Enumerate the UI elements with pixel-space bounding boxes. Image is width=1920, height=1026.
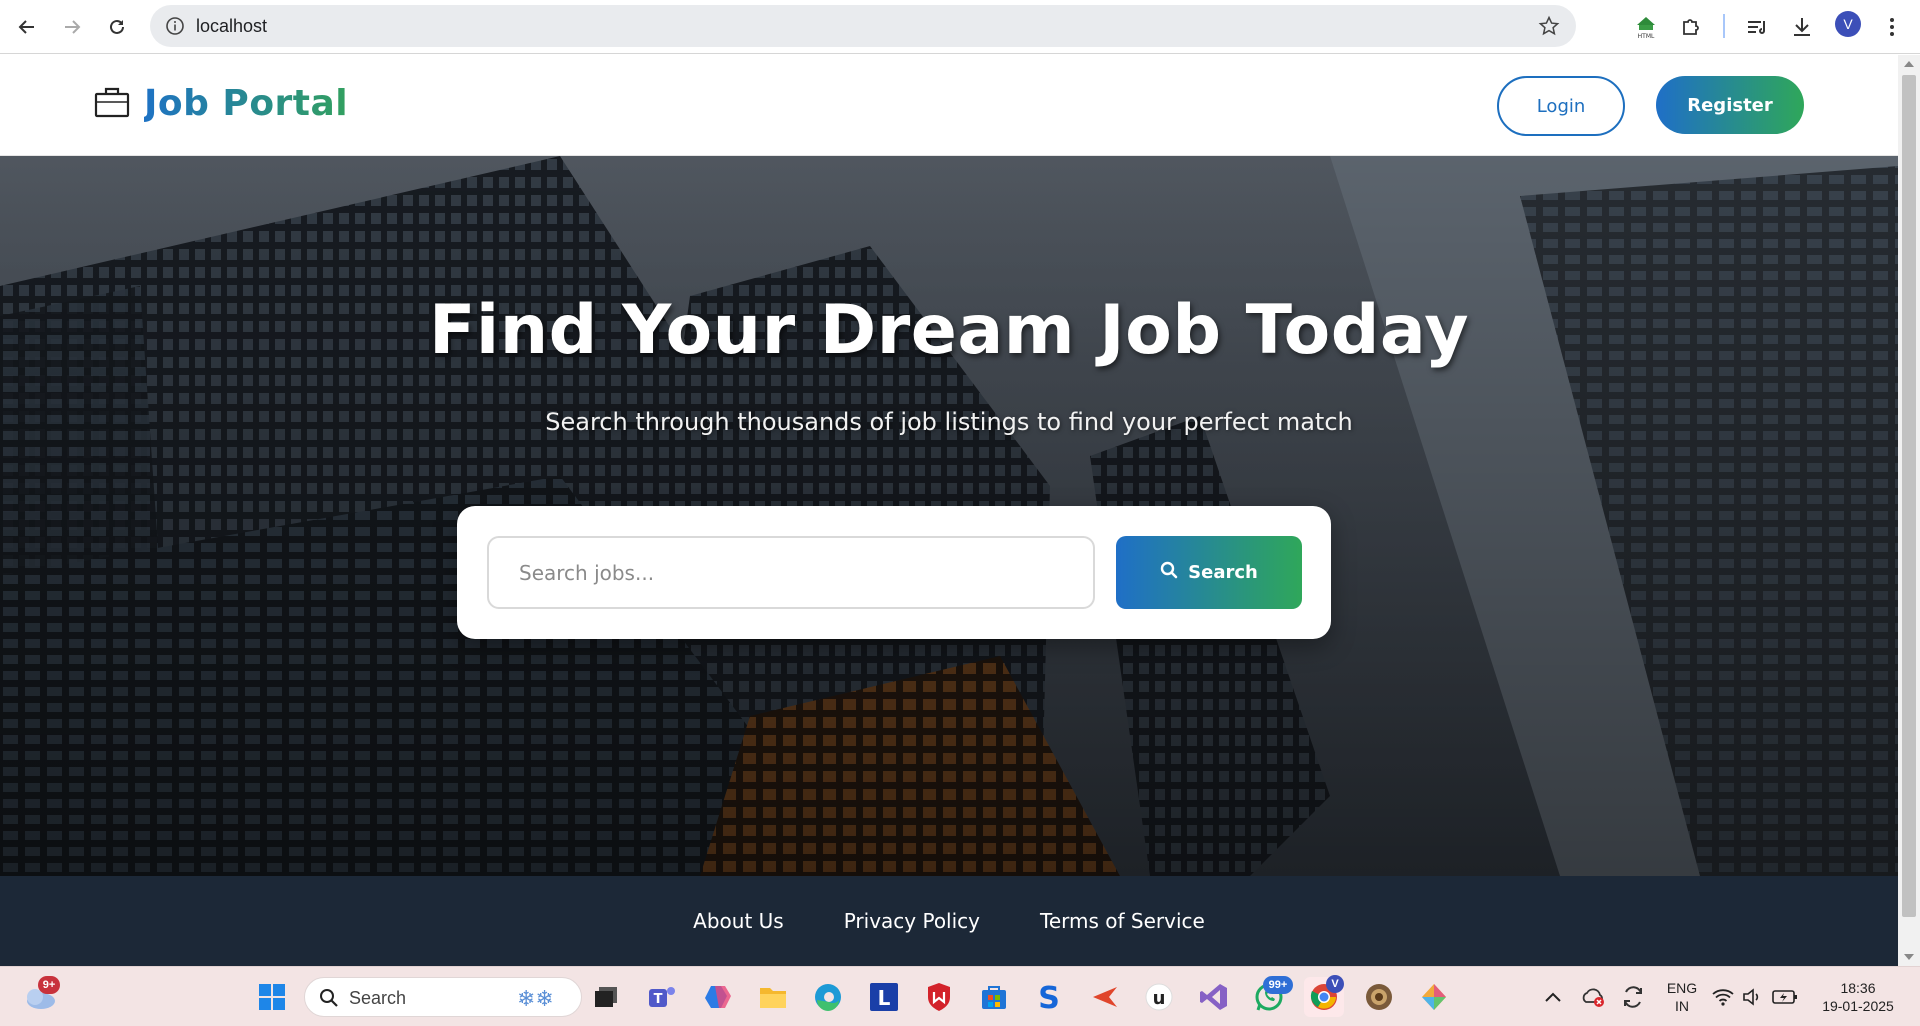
teams-icon[interactable]: T bbox=[642, 977, 682, 1017]
profile-avatar[interactable]: V bbox=[1835, 11, 1861, 37]
language-region: IN bbox=[1675, 998, 1689, 1014]
footer-link-privacy[interactable]: Privacy Policy bbox=[844, 909, 980, 933]
svg-text:S: S bbox=[1038, 982, 1060, 1012]
scrollbar-thumb[interactable] bbox=[1902, 75, 1916, 917]
copilot-icon[interactable] bbox=[698, 977, 738, 1017]
u-app-icon[interactable]: u bbox=[1139, 977, 1179, 1017]
download-icon[interactable] bbox=[1787, 12, 1817, 42]
address-bar[interactable]: localhost bbox=[150, 5, 1576, 47]
hero-title: Find Your Dream Job Today bbox=[428, 291, 1470, 370]
store-icon[interactable] bbox=[974, 977, 1014, 1017]
site-header: Job Portal Login Register bbox=[0, 55, 1898, 156]
html-extension-icon[interactable]: HTML bbox=[1631, 12, 1661, 42]
language-code: ENG bbox=[1666, 980, 1698, 996]
toolbar-separator bbox=[1723, 14, 1725, 38]
job-search-input[interactable] bbox=[487, 536, 1095, 609]
site-footer: About Us Privacy Policy Terms of Service bbox=[0, 876, 1898, 966]
weather-badge: 9+ bbox=[38, 976, 60, 994]
search-icon bbox=[1160, 561, 1178, 584]
url-text[interactable]: localhost bbox=[196, 5, 267, 47]
taskbar-search-icon bbox=[319, 988, 339, 1012]
wifi-icon[interactable] bbox=[1708, 977, 1738, 1017]
page-viewport: Job Portal Login Register Find Your Drea… bbox=[0, 55, 1898, 966]
search-card: Search bbox=[457, 506, 1331, 639]
brand-title: Job Portal bbox=[144, 83, 349, 124]
language-indicator[interactable]: ENG IN bbox=[1658, 979, 1706, 1015]
svg-text:HTML: HTML bbox=[1638, 33, 1655, 40]
reload-icon[interactable] bbox=[102, 12, 132, 42]
chrome-profile-badge: V bbox=[1326, 975, 1344, 993]
windows-taskbar: 9+ Search ❄❄ T L S u 99+ V ENG IN 18:36 … bbox=[0, 966, 1920, 1026]
page-scrollbar[interactable] bbox=[1898, 55, 1920, 966]
emblem-app-icon[interactable] bbox=[1359, 977, 1399, 1017]
visual-studio-icon[interactable] bbox=[1194, 977, 1234, 1017]
windows-start-icon[interactable] bbox=[252, 977, 292, 1017]
s-app-icon[interactable]: S bbox=[1029, 977, 1069, 1017]
clock-date: 19-01-2025 bbox=[1822, 998, 1894, 1014]
file-explorer-icon[interactable] bbox=[753, 977, 793, 1017]
search-button-label: Search bbox=[1188, 562, 1258, 583]
footer-link-terms[interactable]: Terms of Service bbox=[1040, 909, 1205, 933]
snowflake-decoration-icon: ❄❄ bbox=[515, 984, 567, 1016]
bookmark-star-icon[interactable] bbox=[1538, 15, 1560, 37]
taskbar-search-box[interactable]: Search ❄❄ bbox=[304, 977, 582, 1017]
extensions-puzzle-icon[interactable] bbox=[1676, 12, 1706, 42]
whatsapp-badge: 99+ bbox=[1263, 976, 1293, 994]
site-info-icon[interactable] bbox=[164, 15, 186, 37]
onedrive-error-icon[interactable] bbox=[1573, 977, 1613, 1017]
scroll-down-icon[interactable] bbox=[1904, 954, 1914, 960]
brand-logo[interactable]: Job Portal bbox=[94, 83, 348, 124]
hero-subtitle: Search through thousands of job listings… bbox=[545, 408, 1353, 436]
back-arrow-icon[interactable] bbox=[12, 12, 42, 42]
mcafee-shield-icon[interactable] bbox=[919, 977, 959, 1017]
task-view-icon[interactable] bbox=[586, 977, 626, 1017]
sync-icon[interactable] bbox=[1613, 977, 1653, 1017]
svg-text:u: u bbox=[1153, 988, 1166, 1009]
login-button[interactable]: Login bbox=[1497, 76, 1625, 136]
scroll-up-icon[interactable] bbox=[1904, 61, 1914, 67]
red-arrow-app-icon[interactable] bbox=[1084, 977, 1124, 1017]
l-app-icon[interactable]: L bbox=[864, 977, 904, 1017]
footer-link-about[interactable]: About Us bbox=[693, 909, 784, 933]
taskbar-search-label: Search bbox=[349, 988, 407, 1008]
edge-icon[interactable] bbox=[808, 977, 848, 1017]
volume-icon[interactable] bbox=[1738, 977, 1768, 1017]
more-menu-icon[interactable] bbox=[1877, 12, 1907, 42]
search-button[interactable]: Search bbox=[1116, 536, 1302, 609]
tray-chevron-up-icon[interactable] bbox=[1533, 977, 1573, 1017]
browser-toolbar: localhost HTML V bbox=[0, 0, 1920, 54]
battery-icon[interactable] bbox=[1768, 977, 1802, 1017]
svg-text:T: T bbox=[654, 992, 663, 1007]
forward-arrow-icon[interactable] bbox=[57, 12, 87, 42]
hero-section: Find Your Dream Job Today Search through… bbox=[0, 156, 1898, 876]
briefcase-icon bbox=[94, 85, 130, 123]
register-button[interactable]: Register bbox=[1656, 76, 1804, 134]
clock-time: 18:36 bbox=[1840, 980, 1876, 996]
color-diamond-app-icon[interactable] bbox=[1414, 977, 1454, 1017]
svg-text:❄❄: ❄❄ bbox=[517, 987, 554, 1012]
svg-text:L: L bbox=[878, 986, 891, 1010]
footer-links: About Us Privacy Policy Terms of Service bbox=[0, 876, 1898, 966]
reading-list-icon[interactable] bbox=[1742, 12, 1772, 42]
clock[interactable]: 18:36 19-01-2025 bbox=[1808, 979, 1908, 1015]
